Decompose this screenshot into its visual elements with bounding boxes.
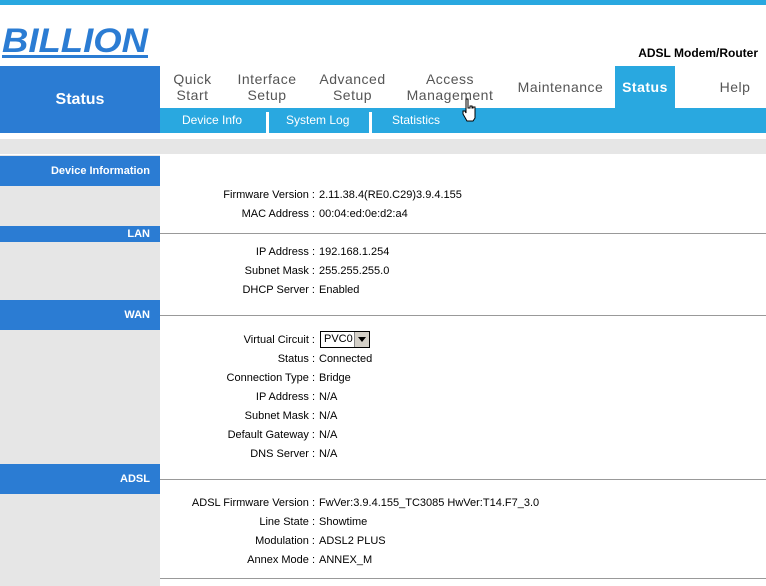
firmware-label: Firmware Version : bbox=[223, 189, 315, 201]
submenu-divider bbox=[369, 112, 372, 133]
content-top-bar bbox=[0, 139, 766, 154]
gateway-label: Default Gateway : bbox=[227, 429, 315, 441]
section-device-information: Device Information bbox=[0, 156, 160, 186]
submenu-statistics[interactable]: Statistics bbox=[392, 108, 440, 133]
row-wan-ip: IP Address : N/A bbox=[160, 391, 766, 410]
connection-type-value: Bridge bbox=[319, 372, 351, 384]
dhcp-label: DHCP Server : bbox=[242, 284, 315, 296]
wan-ip-value: N/A bbox=[319, 391, 338, 403]
row-wan-mask: Subnet Mask : N/A bbox=[160, 410, 766, 429]
row-mac-address: MAC Address : 00:04:ed:0e:d2:a4 bbox=[160, 208, 766, 227]
row-annex-mode: Annex Mode : ANNEX_M bbox=[160, 554, 766, 573]
lan-ip-label: IP Address : bbox=[255, 246, 315, 258]
annex-value: ANNEX_M bbox=[319, 554, 373, 566]
submenu-device-info[interactable]: Device Info bbox=[182, 108, 242, 133]
row-default-gateway: Default Gateway : N/A bbox=[160, 429, 766, 448]
mac-value: 00:04:ed:0e:d2:a4 bbox=[319, 208, 408, 220]
vc-label: Virtual Circuit : bbox=[243, 334, 315, 346]
row-wan-status: Status : Connected bbox=[160, 353, 766, 372]
row-lan-mask: Subnet Mask : 255.255.255.0 bbox=[160, 265, 766, 284]
section-lan: LAN bbox=[0, 226, 160, 242]
dhcp-value: Enabled bbox=[319, 284, 360, 296]
gateway-value: N/A bbox=[319, 429, 338, 441]
menu-maintenance[interactable]: Maintenance bbox=[508, 66, 613, 108]
row-lan-ip: IP Address : 192.168.1.254 bbox=[160, 246, 766, 265]
wan-ip-label: IP Address : bbox=[255, 391, 315, 403]
menu-access-management[interactable]: Access Management bbox=[405, 66, 495, 108]
divider bbox=[160, 233, 766, 234]
menu-status[interactable]: Status bbox=[615, 66, 675, 108]
billion-logo: BILLION bbox=[2, 22, 150, 60]
vc-value: PVC0 bbox=[324, 333, 353, 345]
hand-cursor-icon bbox=[462, 98, 476, 122]
dns-value: N/A bbox=[319, 448, 338, 460]
left-sidebar bbox=[0, 155, 160, 586]
modulation-value: ADSL2 PLUS bbox=[319, 535, 386, 547]
adsl-firmware-value: FwVer:3.9.4.155_TC3085 HwVer:T14.F7_3.0 bbox=[319, 497, 540, 509]
menu-advanced-setup[interactable]: Advanced Setup bbox=[315, 66, 390, 108]
row-line-state: Line State : Showtime bbox=[160, 516, 766, 535]
row-dns-server: DNS Server : N/A bbox=[160, 448, 766, 467]
firmware-value: 2.11.38.4(RE0.C29)3.9.4.155 bbox=[319, 189, 462, 201]
line-state-label: Line State : bbox=[259, 516, 315, 528]
row-firmware-version: Firmware Version : 2.11.38.4(RE0.C29)3.9… bbox=[160, 189, 766, 208]
wan-mask-value: N/A bbox=[319, 410, 338, 422]
section-wan: WAN bbox=[0, 300, 160, 330]
row-connection-type: Connection Type : Bridge bbox=[160, 372, 766, 391]
divider bbox=[160, 578, 766, 579]
virtual-circuit-select[interactable]: PVC0 bbox=[320, 331, 370, 348]
product-name: ADSL Modem/Router bbox=[638, 46, 758, 60]
section-title: Status bbox=[0, 66, 160, 133]
submenu-divider bbox=[266, 112, 269, 133]
submenu-system-log[interactable]: System Log bbox=[286, 108, 349, 133]
wan-mask-label: Subnet Mask : bbox=[244, 410, 315, 422]
row-virtual-circuit: Virtual Circuit : PVC0 bbox=[160, 331, 766, 353]
divider bbox=[160, 479, 766, 480]
dropdown-arrow-icon bbox=[354, 332, 369, 347]
status-value: Connected bbox=[319, 353, 373, 365]
svg-text:BILLION: BILLION bbox=[2, 22, 150, 60]
mac-label: MAC Address : bbox=[241, 208, 315, 220]
connection-type-label: Connection Type : bbox=[226, 372, 315, 384]
menu-interface-setup[interactable]: Interface Setup bbox=[232, 66, 302, 108]
lan-ip-value: 192.168.1.254 bbox=[319, 246, 390, 258]
modulation-label: Modulation : bbox=[255, 535, 315, 547]
top-accent-line bbox=[0, 0, 766, 5]
status-label: Status : bbox=[277, 353, 315, 365]
menu-help[interactable]: Help bbox=[705, 66, 765, 108]
row-modulation: Modulation : ADSL2 PLUS bbox=[160, 535, 766, 554]
row-adsl-firmware: ADSL Firmware Version : FwVer:3.9.4.155_… bbox=[160, 497, 766, 516]
lan-mask-label: Subnet Mask : bbox=[244, 265, 315, 277]
line-state-value: Showtime bbox=[319, 516, 368, 528]
section-adsl: ADSL bbox=[0, 464, 160, 494]
annex-label: Annex Mode : bbox=[247, 554, 315, 566]
dns-label: DNS Server : bbox=[250, 448, 315, 460]
menu-quick-start[interactable]: Quick Start bbox=[160, 66, 225, 108]
lan-mask-value: 255.255.255.0 bbox=[319, 265, 390, 277]
divider bbox=[160, 315, 766, 316]
adsl-firmware-label: ADSL Firmware Version : bbox=[191, 497, 315, 509]
row-dhcp-server: DHCP Server : Enabled bbox=[160, 284, 766, 303]
